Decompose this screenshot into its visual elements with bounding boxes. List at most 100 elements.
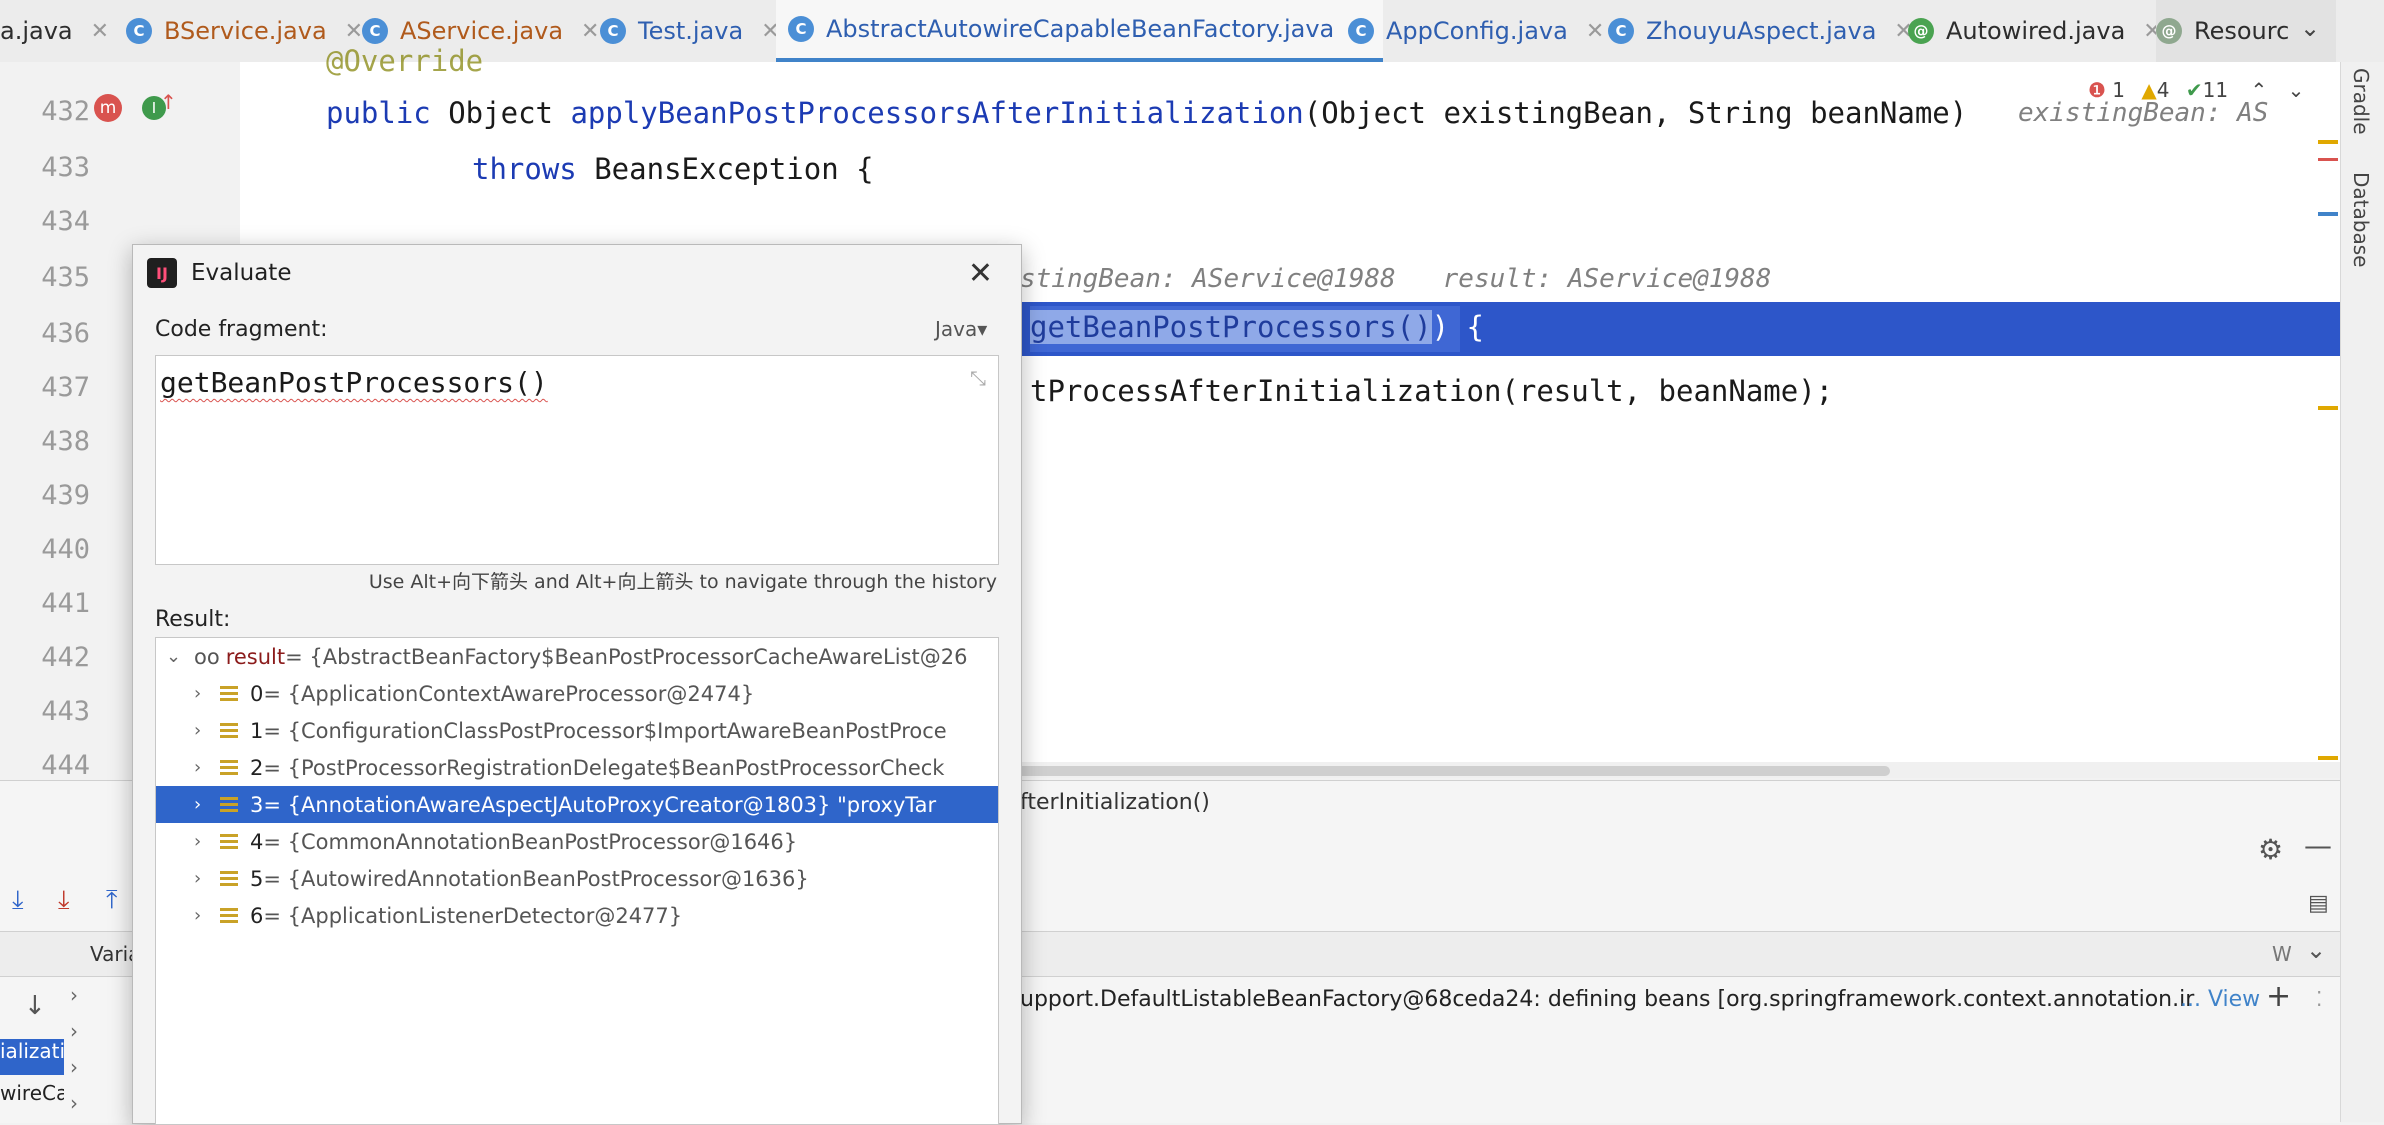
method-name: applyBeanPostProcessorsAfterInitializati… (570, 96, 1304, 130)
tree-root-row[interactable]: ⌄ oo result = {AbstractBeanFactory$BeanP… (156, 638, 998, 675)
tab-label: AppConfig.java (1386, 17, 1568, 45)
tab-abstract-autowire[interactable]: C AbstractAutowireCapableBeanFactory.java… (776, 0, 1383, 62)
history-hint: Use Alt+向下箭头 and Alt+向上箭头 to navigate th… (368, 571, 997, 593)
code-line-436-selection: getBeanPostProcessors()) { (1030, 310, 1484, 344)
step-into-icon[interactable]: ⤓ (58, 885, 70, 916)
exception-type: BeansException { (576, 152, 874, 186)
method-override-icon[interactable]: m (94, 94, 122, 122)
position-marker[interactable] (2318, 212, 2338, 216)
chevron-right-icon[interactable]: › (194, 831, 216, 852)
tree-row[interactable]: › 4 = {CommonAnnotationBeanPostProcessor@… (156, 823, 998, 860)
line-number: 444 (41, 750, 90, 781)
annotation-icon: @ (2156, 18, 2182, 44)
inline-debug-values: stingBean: AService@1988 result: AServic… (1020, 264, 1772, 294)
scrollbar-thumb[interactable] (940, 766, 1890, 776)
tab-test[interactable]: C Test.java ✕ (600, 0, 780, 62)
item-index: 3 (250, 792, 264, 817)
tree-row[interactable]: › 5 = {AutowiredAnnotationBeanPostProcess… (156, 860, 998, 897)
code-line-436-rest: ) { (1431, 310, 1484, 344)
code-line-433: throws BeansException { (472, 152, 874, 186)
tab-label: Test.java (638, 17, 744, 45)
language-selector[interactable]: Java▾ (935, 317, 987, 341)
step-out-icon[interactable]: ⤒ (106, 885, 118, 916)
inline-value-hint: existingBean: AS (2018, 98, 2269, 128)
add-watch-icon[interactable]: + (2266, 979, 2291, 1014)
watch-glasses-icon: oo (194, 644, 220, 669)
list-element-icon (220, 907, 238, 924)
chevron-down-icon[interactable]: ⌄ (166, 646, 188, 667)
warning-marker[interactable] (2318, 406, 2338, 410)
tab-label: Resourc (2194, 17, 2290, 45)
breadcrumb[interactable]: fterInitialization() (1020, 781, 2340, 825)
line-number: 436 (41, 318, 90, 349)
gradle-tool-button[interactable]: Gradle (2349, 68, 2373, 135)
chevron-right-icon[interactable]: › (194, 720, 216, 741)
error-marker[interactable] (2318, 158, 2338, 161)
annotation-icon: @ (1908, 18, 1934, 44)
evaluate-dialog: IJ Evaluate ✕ Code fragment: Java▾ getBe… (132, 244, 1022, 1125)
watermark-text: PP (862, 920, 887, 944)
tab-label: AbstractAutowireCapableBeanFactory.java (826, 15, 1335, 43)
code-fragment-label: Code fragment: (155, 317, 328, 342)
inspection-widget[interactable]: ❶ 1 ▲4 ✔11 ⌃ ⌄ (2088, 78, 2304, 102)
chevron-right-icon[interactable]: › (194, 794, 216, 815)
result-label: Result: (155, 607, 231, 632)
code-fragment-text: getBeanPostProcessors() (160, 366, 548, 399)
tab-list-chevron-icon[interactable]: ⌄ (2300, 14, 2320, 42)
close-icon[interactable]: ✕ (91, 19, 109, 44)
tab-a-java[interactable]: a.java ✕ (0, 0, 109, 62)
tab-zhouyuaspect[interactable]: C ZhouyuAspect.java ✕ (1608, 0, 1913, 62)
tree-row[interactable]: › 2 = {PostProcessorRegistrationDelegate$… (156, 749, 998, 786)
result-name: result (225, 644, 286, 669)
close-icon[interactable]: ✕ (581, 19, 599, 44)
frame-item[interactable]: wireCa (0, 1081, 64, 1117)
database-tool-button[interactable]: Database (2349, 172, 2373, 267)
layout-icon[interactable]: ▤ (2308, 891, 2329, 916)
chevron-right-icon[interactable]: › (194, 683, 216, 704)
keyword-throws: throws (472, 152, 577, 186)
previous-highlight-icon[interactable]: ⌃ (2250, 78, 2267, 102)
result-tree[interactable]: ⌄ oo result = {AbstractBeanFactory$BeanP… (155, 637, 999, 1125)
gear-icon[interactable]: ⚙ (2258, 833, 2283, 866)
minimize-icon[interactable]: — (2304, 829, 2332, 862)
close-icon[interactable]: ✕ (968, 256, 993, 291)
dots-icon[interactable]: ⁚ (2316, 987, 2322, 1011)
down-arrow-icon[interactable]: ↓ (24, 991, 46, 1021)
check-icon: ✔ (2185, 78, 2203, 102)
warning-marker[interactable] (2318, 756, 2338, 760)
list-element-icon (220, 796, 238, 813)
chevron-down-icon[interactable]: ⌄ (2306, 936, 2326, 964)
code-fragment-editor[interactable]: getBeanPostProcessors() ⤡ (155, 355, 999, 565)
warning-icon: ▲ (2141, 78, 2157, 102)
line-number: 433 (41, 152, 90, 183)
item-value: = {AutowiredAnnotationBeanPostProcessor@… (263, 866, 809, 891)
dialog-title-bar[interactable]: IJ Evaluate ✕ (133, 245, 1021, 301)
tree-row[interactable]: › 0 = {ApplicationContextAwareProcessor@2… (156, 675, 998, 712)
list-element-icon (220, 685, 238, 702)
keyword-public: public (326, 96, 431, 130)
dialog-title: Evaluate (191, 260, 292, 286)
warning-marker[interactable] (2318, 140, 2338, 144)
expand-icon[interactable]: ⤡ (970, 366, 986, 390)
view-link[interactable]: ... View (2180, 987, 2260, 1012)
frame-item-selected[interactable]: ializati (0, 1039, 64, 1075)
tab-autowired[interactable]: @ Autowired.java ✕ (1908, 0, 2162, 62)
close-icon[interactable]: ✕ (1586, 19, 1604, 44)
tab-label: AService.java (400, 17, 564, 45)
class-icon: C (1608, 18, 1634, 44)
chevron-right-icon[interactable]: › (194, 868, 216, 889)
line-number: 432 (41, 96, 90, 127)
chevron-right-icon[interactable]: › (194, 757, 216, 778)
step-over-icon[interactable]: ⤓ (12, 885, 24, 916)
watches-tab[interactable]: W (2272, 942, 2292, 966)
chevron-right-icon[interactable]: › (194, 905, 216, 926)
close-icon[interactable]: ✕ (345, 19, 363, 44)
tree-row-selected[interactable]: › 3 = {AnnotationAwareAspectJAutoProxyCre… (156, 786, 998, 823)
list-element-icon (220, 833, 238, 850)
tree-row[interactable]: › 1 = {ConfigurationClassPostProcessor$Im… (156, 712, 998, 749)
intellij-logo-icon: IJ (147, 258, 177, 288)
line-number: 440 (41, 534, 90, 565)
next-highlight-icon[interactable]: ⌄ (2288, 78, 2305, 102)
class-icon: C (788, 16, 814, 42)
tab-appconfig[interactable]: C AppConfig.java ✕ (1348, 0, 1604, 62)
